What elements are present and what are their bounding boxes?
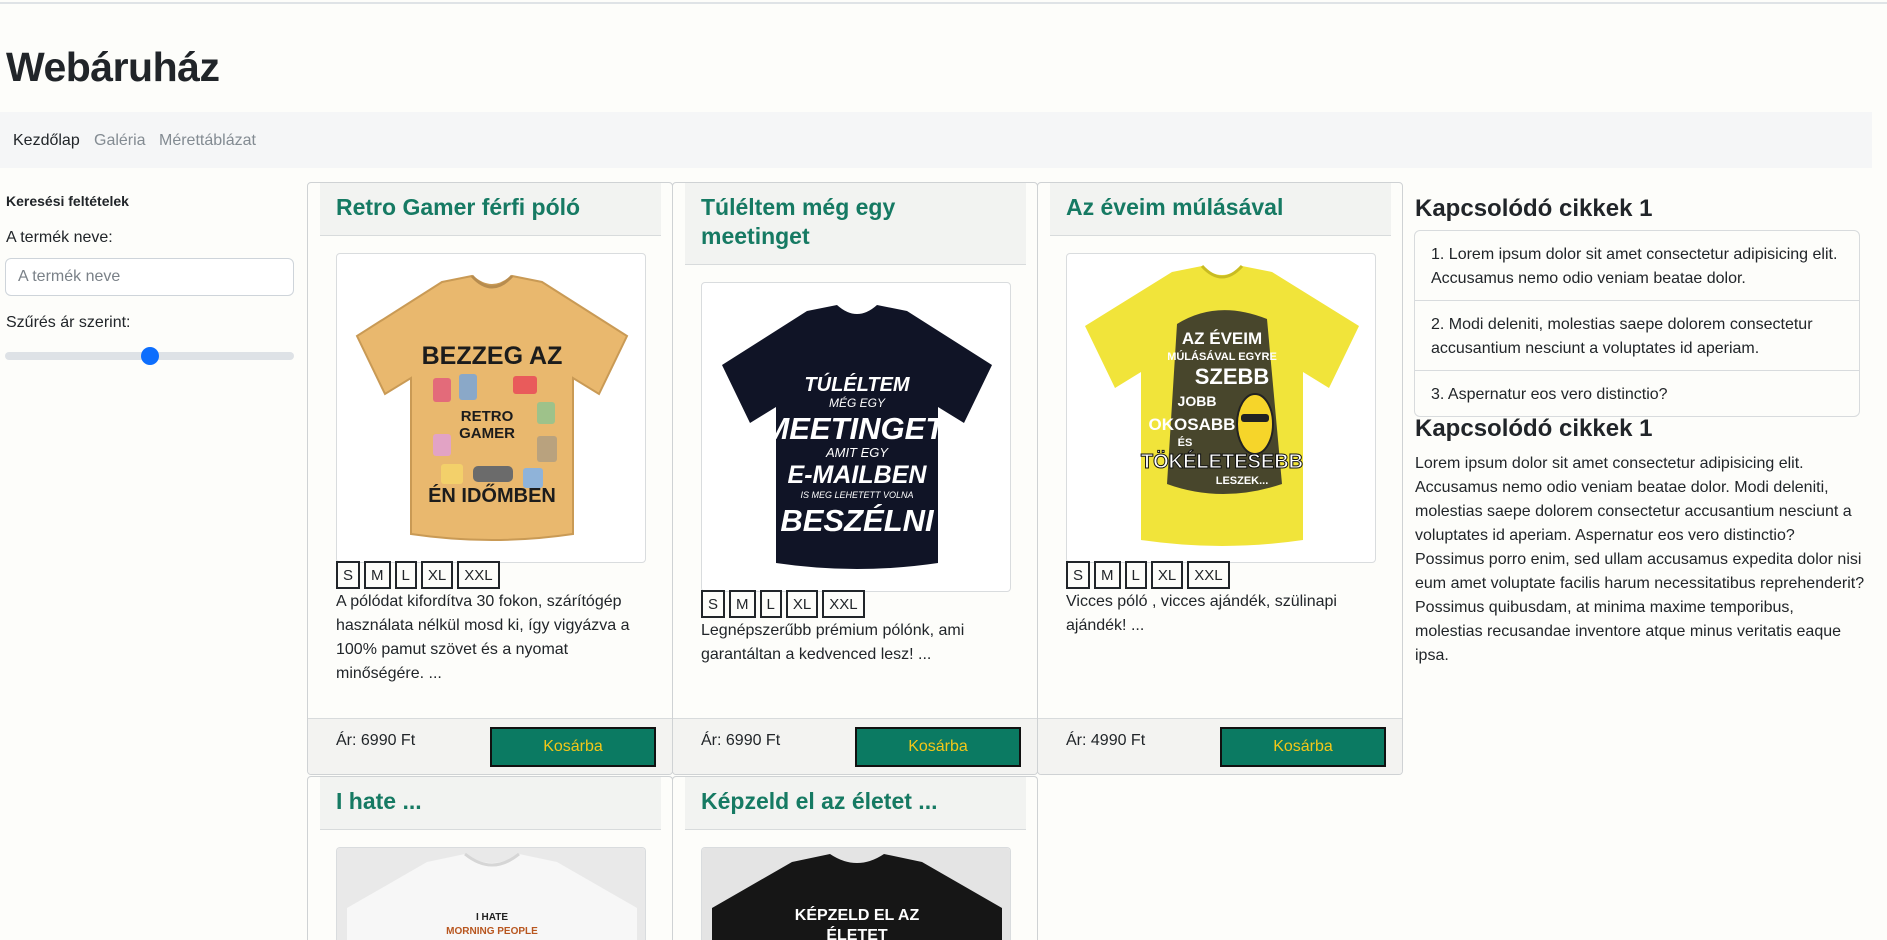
svg-text:MEETINGET,: MEETINGET, — [763, 411, 950, 446]
site-title: Webáruház — [6, 44, 220, 90]
svg-text:IS MEG LEHETETT VOLNA: IS MEG LEHETETT VOLNA — [800, 490, 913, 500]
add-to-cart-button[interactable]: Kosárba — [855, 727, 1021, 767]
nav-size-chart-link[interactable]: Mérettáblázat — [159, 132, 256, 150]
product-image[interactable]: AZ ÉVEIM MÚLÁSÁVAL EGYRE SZEBB JOBB OKOS… — [1066, 253, 1376, 563]
svg-text:LESZEK...: LESZEK... — [1216, 475, 1269, 487]
card-footer: Ár: 6990 Ft Kosárba — [308, 718, 672, 774]
size-xl-button[interactable]: XL — [1150, 561, 1184, 589]
svg-text:RETRO: RETRO — [461, 408, 514, 425]
related-articles-heading: Kapcsolódó cikkek 1 — [1415, 195, 1653, 222]
svg-text:JOBB: JOBB — [1178, 393, 1217, 409]
product-image[interactable]: BEZZEG AZ RETRO GAMER ÉN IDŐMBEN — [336, 253, 646, 563]
product-description: A pólódat kifordítva 30 fokon, szárítógé… — [336, 593, 630, 682]
size-s-button[interactable]: S — [1066, 561, 1091, 589]
card-header: I hate ... — [320, 777, 661, 830]
tshirt-image: KÉPZELD EL AZ ÉLETET — [702, 848, 1010, 940]
product-price: Ár: 6990 Ft — [336, 732, 416, 749]
product-card: Retro Gamer férfi póló BEZZEG AZ RETRO G… — [307, 182, 673, 775]
price-filter-label: Szűrés ár szerint: — [6, 314, 131, 331]
svg-text:E-MAILBEN: E-MAILBEN — [788, 461, 928, 489]
related-articles-paragraph: Lorem ipsum dolor sit amet consectetur a… — [1415, 455, 1865, 664]
product-card: I hate ... I HATE MORNING PEOPLE — [307, 776, 673, 940]
card-header: Retro Gamer férfi póló — [320, 183, 661, 236]
svg-text:I HATE: I HATE — [476, 912, 508, 923]
card-header: Túléltem még egy meetinget — [685, 183, 1026, 265]
size-l-button[interactable]: L — [1124, 561, 1147, 589]
size-selector: S M L XL XXL — [336, 561, 500, 589]
tshirt-image: AZ ÉVEIM MÚLÁSÁVAL EGYRE SZEBB JOBB OKOS… — [1085, 264, 1359, 546]
svg-text:BESZÉLNI: BESZÉLNI — [780, 503, 935, 538]
size-selector: S M L XL XXL — [701, 590, 865, 618]
product-image[interactable]: I HATE MORNING PEOPLE — [336, 847, 646, 940]
product-title[interactable]: Az éveim múlásával — [1066, 193, 1375, 222]
svg-text:AMIT EGY: AMIT EGY — [825, 445, 889, 460]
size-xl-button[interactable]: XL — [785, 590, 819, 618]
related-articles-list: 1. Lorem ipsum dolor sit amet consectetu… — [1414, 230, 1860, 417]
product-description: Vicces póló , vicces ajándék, szülinapi … — [1066, 593, 1337, 634]
filter-heading: Keresési feltételek — [6, 193, 129, 209]
product-image[interactable]: TÚLÉLTEM MÉG EGY MEETINGET, AMIT EGY E-M… — [701, 282, 1011, 592]
nav-home-link[interactable]: Kezdőlap — [13, 132, 80, 150]
add-to-cart-button[interactable]: Kosárba — [490, 727, 656, 767]
svg-text:OKOSABB: OKOSABB — [1149, 415, 1236, 434]
size-m-button[interactable]: M — [1094, 561, 1121, 589]
svg-text:KÉPZELD EL AZ: KÉPZELD EL AZ — [795, 905, 920, 924]
product-title[interactable]: Retro Gamer férfi póló — [336, 193, 645, 222]
svg-text:MÚLÁSÁVAL EGYRE: MÚLÁSÁVAL EGYRE — [1167, 350, 1277, 363]
svg-text:ÉN IDŐMBEN: ÉN IDŐMBEN — [428, 484, 556, 507]
tshirt-image: TÚLÉLTEM MÉG EGY MEETINGET, AMIT EGY E-M… — [722, 305, 992, 569]
svg-text:AZ ÉVEIM: AZ ÉVEIM — [1182, 329, 1262, 348]
card-header: Képzeld el az életet ... — [685, 777, 1026, 830]
size-xxl-button[interactable]: XXL — [1187, 561, 1230, 589]
size-selector: S M L XL XXL — [1066, 561, 1230, 589]
main-navbar: Kezdőlap Galéria Mérettáblázat — [0, 112, 1872, 168]
product-title[interactable]: I hate ... — [336, 787, 645, 816]
product-card: Képzeld el az életet ... KÉPZELD EL AZ É… — [672, 776, 1038, 940]
svg-text:ÉLETET: ÉLETET — [826, 925, 888, 940]
svg-text:TÚLÉLTEM: TÚLÉLTEM — [804, 372, 911, 396]
size-xl-button[interactable]: XL — [420, 561, 454, 589]
svg-text:MÉG EGY: MÉG EGY — [829, 395, 886, 410]
product-name-label: A termék neve: — [6, 229, 113, 246]
product-price: Ár: 4990 Ft — [1066, 732, 1146, 749]
product-title[interactable]: Túléltem még egy meetinget — [701, 193, 1010, 251]
card-footer: Ár: 6990 Ft Kosárba — [673, 718, 1037, 774]
product-title[interactable]: Képzeld el az életet ... — [701, 787, 1010, 816]
tshirt-image: BEZZEG AZ RETRO GAMER ÉN IDŐMBEN — [355, 274, 629, 541]
card-footer: Ár: 4990 Ft Kosárba — [1038, 718, 1402, 774]
size-xxl-button[interactable]: XXL — [822, 590, 865, 618]
size-l-button[interactable]: L — [394, 561, 417, 589]
size-xxl-button[interactable]: XXL — [457, 561, 500, 589]
list-item[interactable]: 3. Aspernatur eos vero distinctio? — [1415, 371, 1859, 416]
related-articles-heading-2: Kapcsolódó cikkek 1 — [1415, 415, 1653, 442]
svg-text:SZEBB: SZEBB — [1195, 364, 1270, 389]
svg-text:MORNING PEOPLE: MORNING PEOPLE — [446, 926, 538, 937]
size-s-button[interactable]: S — [336, 561, 361, 589]
product-description: Legnépszerűbb prémium pólónk, ami garant… — [701, 622, 965, 663]
svg-text:GAMER: GAMER — [459, 425, 515, 442]
size-m-button[interactable]: M — [364, 561, 391, 589]
size-l-button[interactable]: L — [759, 590, 782, 618]
product-image[interactable]: KÉPZELD EL AZ ÉLETET — [701, 847, 1011, 940]
product-name-input[interactable] — [5, 258, 294, 296]
price-slider-thumb[interactable] — [141, 347, 159, 365]
svg-text:ÉS: ÉS — [1178, 436, 1193, 449]
product-card: Az éveim múlásával AZ ÉVEIM MÚLÁSÁVAL EG… — [1037, 182, 1403, 775]
nav-gallery-link[interactable]: Galéria — [94, 132, 146, 150]
add-to-cart-button[interactable]: Kosárba — [1220, 727, 1386, 767]
card-header: Az éveim múlásával — [1050, 183, 1391, 236]
top-divider — [0, 2, 1887, 4]
svg-text:TÖKÉLETESEBB: TÖKÉLETESEBB — [1141, 450, 1303, 473]
product-card: Túléltem még egy meetinget TÚLÉLTEM MÉG … — [672, 182, 1038, 775]
size-s-button[interactable]: S — [701, 590, 726, 618]
tshirt-image: I HATE MORNING PEOPLE — [337, 848, 645, 940]
list-item[interactable]: 2. Modi deleniti, molestias saepe dolore… — [1415, 301, 1859, 371]
list-item[interactable]: 1. Lorem ipsum dolor sit amet consectetu… — [1415, 231, 1859, 301]
svg-text:BEZZEG AZ: BEZZEG AZ — [422, 342, 563, 370]
size-m-button[interactable]: M — [729, 590, 756, 618]
product-price: Ár: 6990 Ft — [701, 732, 781, 749]
